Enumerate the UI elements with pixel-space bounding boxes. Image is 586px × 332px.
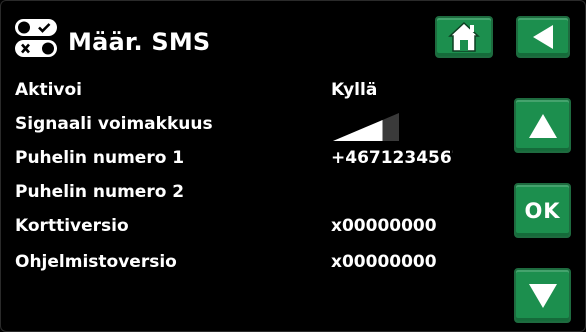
row-value-phone-1[interactable]: +4671234567 xyxy=(331,148,453,168)
home-button[interactable] xyxy=(435,16,493,58)
row-label-software-version[interactable]: Ohjelmistoversio xyxy=(15,252,177,272)
up-arrow-icon xyxy=(528,113,557,138)
ok-label: OK xyxy=(524,198,561,223)
down-arrow-icon xyxy=(528,283,557,308)
back-button[interactable] xyxy=(516,16,570,58)
home-icon xyxy=(448,21,480,52)
row-label-activate[interactable]: Aktivoi xyxy=(15,80,82,100)
back-arrow-icon xyxy=(533,25,553,49)
row-label-phone-2[interactable]: Puhelin numero 2 xyxy=(15,182,184,202)
row-label-phone-1[interactable]: Puhelin numero 1 xyxy=(15,148,184,168)
scroll-down-button[interactable] xyxy=(514,268,571,323)
ok-button[interactable]: OK xyxy=(514,183,571,238)
scroll-up-button[interactable] xyxy=(514,98,571,153)
row-value-activate[interactable]: Kyllä xyxy=(331,80,377,100)
row-label-signal-strength[interactable]: Signaali voimakkuus xyxy=(15,114,213,134)
signal-strength-icon xyxy=(333,113,399,141)
page-title: Määr. SMS xyxy=(68,28,211,56)
row-label-card-version[interactable]: Korttiversio xyxy=(15,216,129,236)
row-value-card-version[interactable]: x00000000 xyxy=(331,216,437,236)
sms-toggle-icon xyxy=(15,19,57,57)
row-value-software-version[interactable]: x00000000 xyxy=(331,252,437,272)
